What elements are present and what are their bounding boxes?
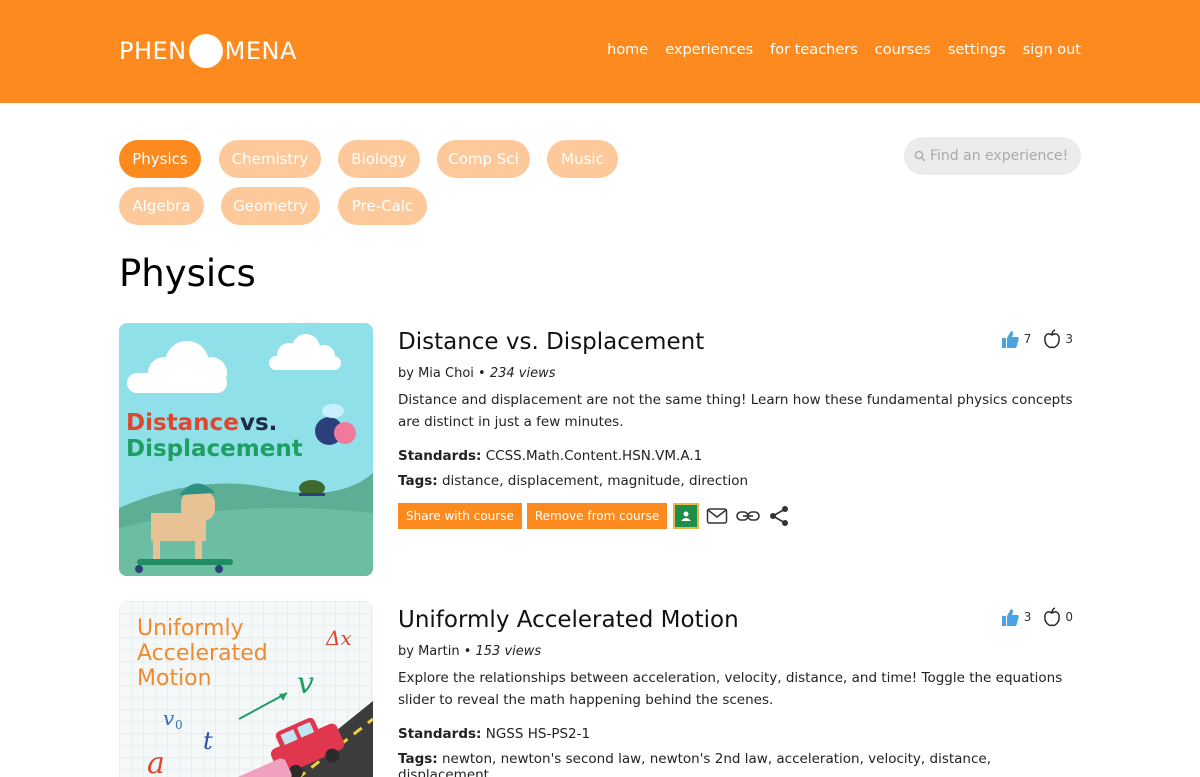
experience-description: Explore the relationships between accele… — [398, 670, 1063, 708]
email-icon[interactable] — [704, 503, 730, 529]
share-with-course-button[interactable]: Share with course — [398, 503, 522, 529]
logo-text-left: PHEN — [119, 37, 187, 65]
remove-from-course-button[interactable]: Remove from course — [526, 503, 668, 529]
subject-pill-music[interactable]: Music — [547, 140, 618, 178]
nav-settings[interactable]: settings — [948, 40, 1006, 60]
nav-sign-out[interactable]: sign out — [1023, 40, 1081, 60]
experience-tags: Tags: distance, displacement, magnitude,… — [398, 473, 1081, 489]
share-icon[interactable] — [766, 503, 792, 529]
top-bar: PHEN MENA home experiences for teachers … — [0, 0, 1200, 103]
experience-actions: Share with course Remove from course — [398, 503, 1081, 529]
standards-value: NGSS HS-PS2-1 — [485, 726, 591, 742]
thumb-v: v — [297, 666, 314, 701]
nav-courses[interactable]: courses — [875, 40, 931, 60]
experience-card: Uniformly Accelerated Motion Δx v v 0 t … — [119, 601, 1081, 777]
experience-details: Uniformly Accelerated Motion by Martin •… — [398, 601, 1081, 777]
thumb-word-vs: vs. — [240, 410, 277, 436]
thumb-word-distance: Distance — [126, 410, 239, 436]
tags-label: Tags: — [398, 751, 438, 767]
thumb-delta-x: Δx — [325, 626, 352, 650]
tags-value: newton, newton's second law, newton's 2n… — [398, 751, 991, 777]
experience-byline: by Mia Choi • 234 views — [398, 366, 556, 381]
experience-author: by Martin — [398, 644, 460, 659]
search-icon — [914, 150, 926, 162]
experience-views: 153 views — [475, 644, 542, 659]
experience-standards: Standards: NGSS HS-PS2-1 — [398, 726, 1081, 742]
logo-text-right: MENA — [224, 37, 297, 65]
thumb-word-displacement: Displacement — [126, 436, 303, 462]
standards-value: CCSS.Math.Content.HSN.VM.A.1 — [485, 448, 703, 464]
experience-stats: 7 3 — [1000, 329, 1073, 349]
nav-home[interactable]: home — [607, 40, 648, 60]
apple-icon[interactable] — [1043, 329, 1061, 349]
link-icon[interactable] — [735, 503, 761, 529]
subject-pill-physics[interactable]: Physics — [119, 140, 201, 178]
tags-label: Tags: — [398, 473, 438, 489]
apples-count: 3 — [1065, 332, 1073, 346]
experience-stats: 3 0 — [1000, 607, 1073, 627]
thumb-v0: v — [163, 706, 175, 730]
standards-label: Standards: — [398, 448, 482, 464]
thumbs-up-icon[interactable] — [1000, 607, 1020, 627]
experience-standards: Standards: CCSS.Math.Content.HSN.VM.A.1 — [398, 448, 1081, 464]
subject-pill-pre-calc[interactable]: Pre-Calc — [338, 187, 427, 225]
thumbs-up-icon[interactable] — [1000, 329, 1020, 349]
thumb-t: t — [203, 727, 213, 755]
search-input[interactable] — [930, 148, 1075, 164]
google-classroom-icon[interactable] — [673, 503, 700, 529]
experience-views: 234 views — [489, 366, 556, 381]
tags-value: distance, displacement, magnitude, direc… — [441, 473, 749, 489]
experience-title[interactable]: Uniformly Accelerated Motion — [398, 605, 1081, 635]
experience-description: Distance and displacement are not the sa… — [398, 392, 1073, 430]
thumb-a: a — [147, 746, 165, 777]
experience-byline: by Martin • 153 views — [398, 644, 542, 659]
thumb-v0-subscript: 0 — [175, 718, 183, 732]
thumb-line-motion: Motion — [137, 666, 212, 691]
apple-icon[interactable] — [1043, 607, 1061, 627]
experience-tags: Tags: newton, newton's second law, newto… — [398, 751, 1081, 777]
page-title: Physics — [119, 252, 256, 295]
experience-card: Distance vs. Displacement Distance vs. D… — [119, 323, 1081, 577]
nav-for-teachers[interactable]: for teachers — [770, 40, 858, 60]
experience-thumbnail[interactable]: Distance vs. Displacement — [119, 323, 373, 576]
thumb-line-accelerated: Accelerated — [137, 641, 268, 666]
subject-pill-comp-sci[interactable]: Comp Sci — [437, 140, 530, 178]
experience-search — [904, 137, 1081, 175]
subject-pill-algebra[interactable]: Algebra — [119, 187, 204, 225]
experience-title[interactable]: Distance vs. Displacement — [398, 327, 1081, 357]
experience-author: by Mia Choi — [398, 366, 474, 381]
subject-pill-biology[interactable]: Biology — [338, 140, 420, 178]
phenomena-logo[interactable]: PHEN MENA — [119, 34, 297, 68]
main-nav: home experiences for teachers courses se… — [607, 40, 1081, 60]
logo-circle-icon — [188, 34, 223, 68]
likes-count: 7 — [1023, 332, 1032, 346]
likes-count: 3 — [1023, 610, 1032, 624]
subject-pill-chemistry[interactable]: Chemistry — [219, 140, 321, 178]
apples-count: 0 — [1065, 610, 1073, 624]
nav-experiences[interactable]: experiences — [665, 40, 753, 60]
experience-thumbnail[interactable]: Uniformly Accelerated Motion Δx v v 0 t … — [119, 601, 373, 777]
standards-label: Standards: — [398, 726, 482, 742]
experience-details: Distance vs. Displacement by Mia Choi • … — [398, 323, 1081, 529]
subject-pill-geometry[interactable]: Geometry — [221, 187, 320, 225]
thumb-line-uniformly: Uniformly — [137, 616, 244, 641]
